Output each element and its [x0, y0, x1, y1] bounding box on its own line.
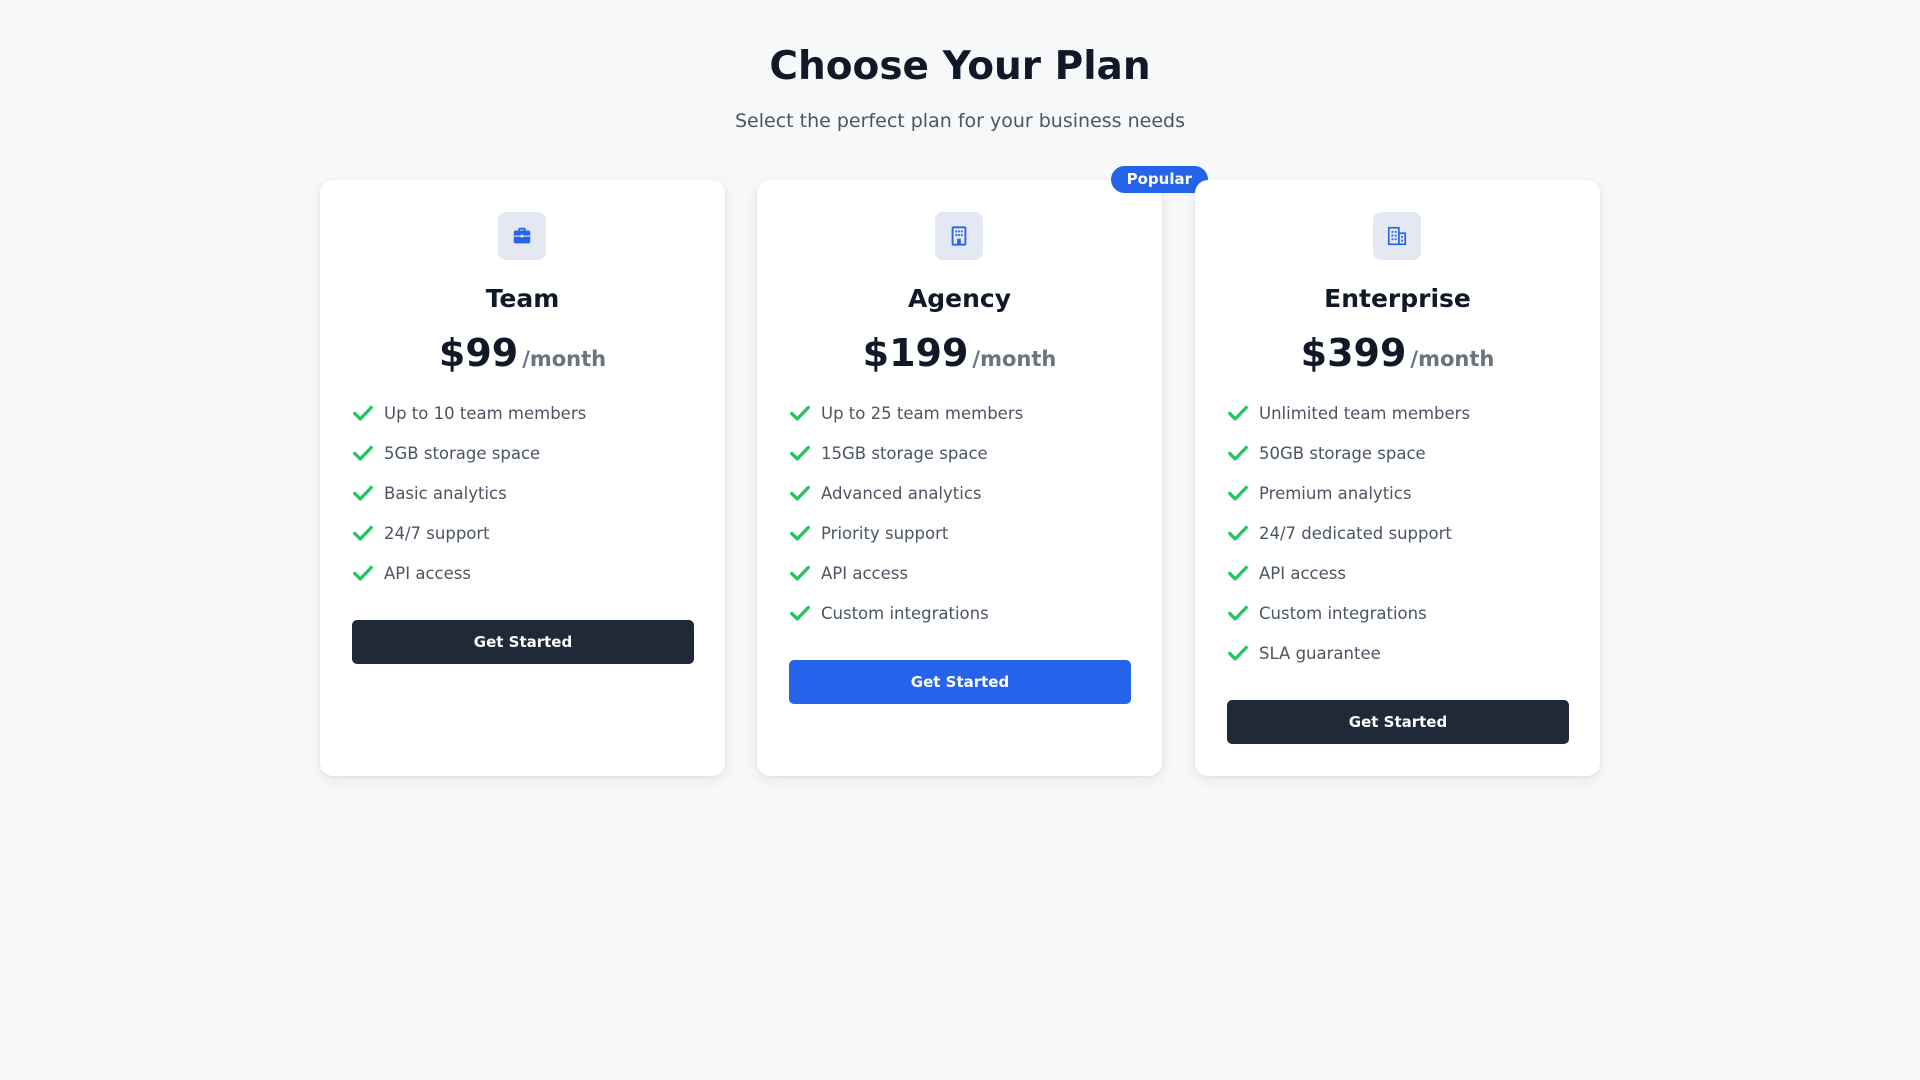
check-icon — [790, 605, 810, 621]
check-icon — [1228, 485, 1248, 501]
plan-price: $399 — [1300, 331, 1407, 375]
feature-item: Premium analytics — [1227, 473, 1572, 513]
check-icon — [353, 485, 373, 501]
plan-price: $99 — [438, 331, 519, 375]
plan-icon-tile — [498, 212, 546, 260]
feature-text: Up to 25 team members — [821, 403, 1024, 423]
check-icon — [790, 525, 810, 541]
feature-item: API access — [352, 553, 697, 593]
feature-text: API access — [384, 563, 471, 583]
feature-text: 24/7 dedicated support — [1259, 523, 1452, 543]
feature-text: Basic analytics — [384, 483, 507, 503]
page-subtitle: Select the perfect plan for your busines… — [735, 110, 1185, 132]
feature-text: API access — [821, 563, 908, 583]
feature-item: Advanced analytics — [789, 473, 1134, 513]
popular-badge: Popular — [1110, 166, 1208, 193]
check-icon — [790, 445, 810, 461]
briefcase-icon — [513, 227, 531, 244]
feature-item: SLA guarantee — [1227, 633, 1572, 673]
feature-item: 15GB storage space — [789, 433, 1134, 473]
feature-text: Priority support — [821, 523, 949, 543]
plan-period: /month — [1410, 347, 1495, 371]
feature-text: SLA guarantee — [1259, 643, 1381, 663]
plan-icon-tile — [935, 212, 983, 260]
page-title: Choose Your Plan — [769, 44, 1151, 89]
feature-text: API access — [1259, 563, 1346, 583]
feature-item: API access — [1227, 553, 1572, 593]
plan-card-team: Team $99/month Up to 10 team members 5GB… — [320, 180, 725, 776]
feature-list: Up to 25 team members 15GB storage space… — [789, 393, 1134, 633]
feature-item: 24/7 support — [352, 513, 697, 553]
feature-item: Up to 25 team members — [789, 393, 1134, 433]
check-icon — [790, 565, 810, 581]
feature-list: Up to 10 team members 5GB storage space … — [352, 393, 697, 593]
check-icon — [1228, 565, 1248, 581]
plan-period: /month — [522, 347, 607, 371]
check-icon — [1228, 445, 1248, 461]
feature-item: 5GB storage space — [352, 433, 697, 473]
plan-period: /month — [972, 347, 1057, 371]
feature-item: Custom integrations — [789, 593, 1134, 633]
feature-text: 15GB storage space — [821, 443, 988, 463]
check-icon — [1228, 405, 1248, 421]
office-building-icon — [951, 226, 967, 246]
feature-item: Unlimited team members — [1227, 393, 1572, 433]
check-icon — [353, 525, 373, 541]
check-icon — [1228, 645, 1248, 661]
check-icon — [1228, 525, 1248, 541]
plan-price-row: $199/month — [757, 328, 1162, 378]
feature-text: Custom integrations — [1259, 603, 1427, 623]
feature-text: 50GB storage space — [1259, 443, 1426, 463]
feature-text: Advanced analytics — [821, 483, 982, 503]
pricing-header: Choose Your Plan Select the perfect plan… — [0, 40, 1920, 134]
feature-text: Custom integrations — [821, 603, 989, 623]
plan-card-enterprise: Enterprise $399/month Unlimited team mem… — [1195, 180, 1600, 776]
feature-item: Basic analytics — [352, 473, 697, 513]
feature-text: Premium analytics — [1259, 483, 1412, 503]
plan-price: $199 — [862, 331, 969, 375]
check-icon — [790, 485, 810, 501]
feature-item: Custom integrations — [1227, 593, 1572, 633]
plan-price-row: $99/month — [320, 328, 725, 378]
feature-item: 24/7 dedicated support — [1227, 513, 1572, 553]
get-started-button-team[interactable]: Get Started — [352, 620, 694, 664]
plan-card-agency: Popular Agency $199/month Up to 25 team … — [757, 166, 1208, 776]
plan-name: Team — [485, 284, 560, 313]
feature-text: 5GB storage space — [384, 443, 541, 463]
feature-item: API access — [789, 553, 1134, 593]
feature-item: Up to 10 team members — [352, 393, 697, 433]
pricing-page: Choose Your Plan Select the perfect plan… — [0, 0, 1920, 1080]
get-started-button-enterprise[interactable]: Get Started — [1227, 700, 1569, 744]
check-icon — [1228, 605, 1248, 621]
buildings-icon — [1387, 226, 1407, 246]
feature-text: Up to 10 team members — [384, 403, 587, 423]
check-icon — [353, 565, 373, 581]
check-icon — [790, 405, 810, 421]
check-icon — [353, 405, 373, 421]
check-icon — [353, 445, 373, 461]
plan-name: Enterprise — [1324, 284, 1471, 313]
plan-price-row: $399/month — [1195, 328, 1600, 378]
feature-text: 24/7 support — [384, 523, 490, 543]
get-started-button-agency[interactable]: Get Started — [789, 660, 1131, 704]
feature-item: 50GB storage space — [1227, 433, 1572, 473]
feature-text: Unlimited team members — [1259, 403, 1471, 423]
feature-item: Priority support — [789, 513, 1134, 553]
feature-list: Unlimited team members 50GB storage spac… — [1227, 393, 1572, 673]
plan-icon-tile — [1373, 212, 1421, 260]
plan-name: Agency — [907, 284, 1012, 313]
